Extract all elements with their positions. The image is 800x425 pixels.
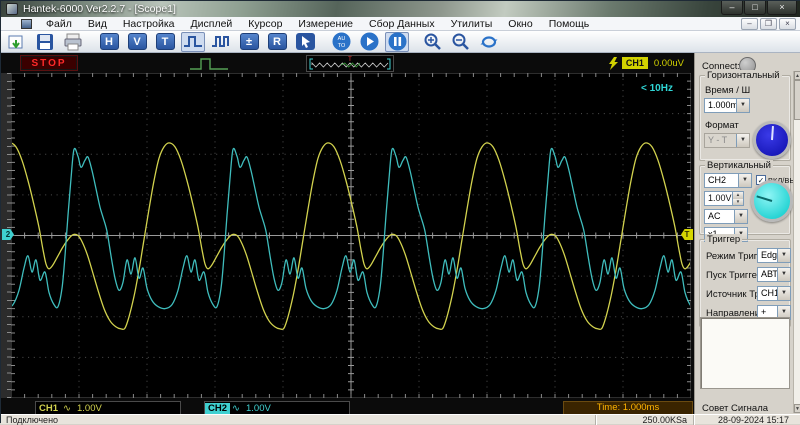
signal-tip-label: Совет Сигнала: [702, 403, 768, 414]
reference-button[interactable]: R: [265, 32, 289, 52]
title-bar: Hantek-6000 Ver2.2.7 - [Scope1] – □ ×: [1, 1, 800, 17]
app-icon: [6, 3, 18, 15]
ch2-label: CH2: [205, 403, 230, 414]
zoom-out-button[interactable]: [449, 32, 473, 52]
window-title: Hantek-6000 Ver2.2.7 - [Scope1]: [23, 3, 176, 15]
horizontal-group: Горизонтальный Время / Ш 1.000ms▼ Формат…: [699, 75, 791, 161]
vertical-group: Вертикальный CH2▼ ✓ ВКЛ/ВЫК 1.00V ▲▼ AC▼…: [699, 165, 791, 235]
trigger-system-button[interactable]: T: [153, 32, 177, 52]
trigger-channel-badge: CH1: [622, 57, 648, 69]
timebase-badge: Time: 1.000ms: [563, 401, 693, 415]
volts-div-spinner[interactable]: 1.00V ▲▼: [704, 191, 744, 206]
run-state-badge[interactable]: STOP: [21, 56, 77, 70]
menu-item-9[interactable]: Окно: [500, 18, 540, 30]
menu-item-7[interactable]: Сбор Данных: [361, 18, 443, 30]
maximize-button[interactable]: □: [744, 1, 766, 15]
trigger-sweep-select[interactable]: АВТО▼: [757, 267, 791, 282]
chevron-down-icon[interactable]: ▼: [777, 268, 790, 281]
vertical-group-title: Вертикальный: [705, 160, 773, 171]
minimize-button[interactable]: –: [721, 1, 743, 15]
close-button[interactable]: ×: [767, 1, 797, 15]
trigger-group: Триггер Режим Триггера Edge▼ Пуск Тригге…: [699, 239, 791, 327]
chevron-down-icon[interactable]: ▼: [777, 249, 790, 262]
svg-text:AU: AU: [337, 36, 345, 42]
ch1-scale: 1.00V: [77, 403, 102, 414]
signal-tip-box: [700, 317, 790, 389]
ch2-scale: 1.00V: [246, 403, 271, 414]
timebase-select[interactable]: 1.000ms▼: [704, 98, 750, 113]
lightning-icon: [609, 57, 618, 70]
horizontal-system-button[interactable]: H: [97, 32, 121, 52]
open-button[interactable]: [5, 32, 29, 52]
ch1-label: CH1: [36, 403, 61, 414]
autoset-button[interactable]: AUTO: [329, 32, 353, 52]
panel-scrollbar[interactable]: ▲ ▼: [793, 71, 800, 413]
math-button[interactable]: ±: [237, 32, 261, 52]
menu-item-3[interactable]: Настройка: [115, 18, 183, 30]
chevron-down-icon[interactable]: ▼: [738, 174, 751, 187]
zoom-in-button[interactable]: [421, 32, 445, 52]
channel-status-bar: CH1 ∿ 1.00V CH2 ∿ 1.00V Time: 1.000ms: [1, 400, 694, 415]
menu-item-5[interactable]: Курсор: [240, 18, 290, 30]
print-button[interactable]: [61, 32, 85, 52]
chevron-down-icon[interactable]: ▼: [736, 99, 749, 112]
waveform-display[interactable]: [11, 73, 691, 398]
trigger-readout: CH1 0.00uV: [609, 56, 684, 70]
connection-status: Подключено: [6, 415, 58, 425]
format-label: Формат: [705, 120, 739, 131]
coupling-select[interactable]: AC▼: [704, 209, 748, 224]
spinner-down-icon[interactable]: ▼: [732, 199, 743, 206]
trigger-mode-select[interactable]: Edge▼: [757, 248, 791, 263]
mdi-close-button[interactable]: ×: [779, 18, 796, 30]
control-panel: Connect: Горизонтальный Время / Ш 1.000m…: [694, 53, 800, 414]
pause-button[interactable]: [385, 32, 409, 52]
ch2-badge[interactable]: CH2 ∿ 1.00V: [204, 401, 350, 415]
ch1-badge[interactable]: CH1 ∿ 1.00V: [35, 401, 181, 415]
trigger-source-select[interactable]: CH1▼: [757, 286, 791, 301]
menu-item-4[interactable]: Дисплей: [183, 18, 241, 30]
pulse-trigger-button[interactable]: [209, 32, 233, 52]
mdi-restore-button[interactable]: ❐: [760, 18, 777, 30]
scope-area: STOP T CH1 0.00uV < 10Hz 2 T CH1 ∿ 1.00V…: [1, 53, 694, 414]
scroll-down-icon[interactable]: ▼: [794, 404, 800, 413]
menu-bar: ФайлВидНастройкаДисплейКурсорИзмерениеСб…: [1, 17, 800, 31]
sample-preview-bar[interactable]: T: [306, 55, 394, 72]
scroll-up-icon[interactable]: ▲: [794, 71, 800, 80]
trigger-level-value: 0.00uV: [654, 58, 684, 69]
menu-item-1[interactable]: Файл: [38, 18, 80, 30]
scroll-thumb[interactable]: [794, 80, 800, 120]
vertical-knob[interactable]: [751, 180, 793, 222]
cursor-button[interactable]: [293, 32, 317, 52]
self-calibration-button[interactable]: [477, 32, 501, 52]
format-select: Y - T▼: [704, 133, 750, 148]
mdi-minimize-button[interactable]: –: [741, 18, 758, 30]
menu-item-6[interactable]: Измерение: [290, 18, 361, 30]
ch1-coupling-icon: ∿: [61, 403, 77, 414]
menu-item-2[interactable]: Вид: [80, 18, 115, 30]
menu-item-10[interactable]: Помощь: [541, 18, 598, 30]
chevron-down-icon[interactable]: ▼: [734, 210, 747, 223]
frequency-counter: < 10Hz: [641, 83, 673, 94]
channel-select[interactable]: CH2▼: [704, 173, 752, 188]
chevron-down-icon[interactable]: ▼: [777, 287, 790, 300]
datetime: 28-09-2024 15:17: [718, 415, 789, 425]
scope-window-icon[interactable]: [21, 19, 32, 29]
svg-text:TO: TO: [337, 43, 345, 49]
start-button[interactable]: [357, 32, 381, 52]
menu-item-8[interactable]: Утилиты: [443, 18, 501, 30]
save-button[interactable]: [33, 32, 57, 52]
time-div-label: Время / Ш: [705, 85, 750, 96]
edge-trigger-button[interactable]: [181, 32, 205, 52]
trigger-group-title: Триггер: [705, 234, 742, 245]
toolbar: HVT ±R AUTO: [1, 31, 800, 53]
vertical-system-button[interactable]: V: [125, 32, 149, 52]
chevron-down-icon: ▼: [736, 134, 749, 147]
horizontal-knob[interactable]: [753, 121, 791, 159]
ch2-coupling-icon: ∿: [230, 403, 246, 414]
sample-rate: 250.00KSa: [642, 415, 687, 425]
horizontal-group-title: Горизонтальный: [705, 70, 782, 81]
svg-text:T: T: [348, 57, 352, 63]
